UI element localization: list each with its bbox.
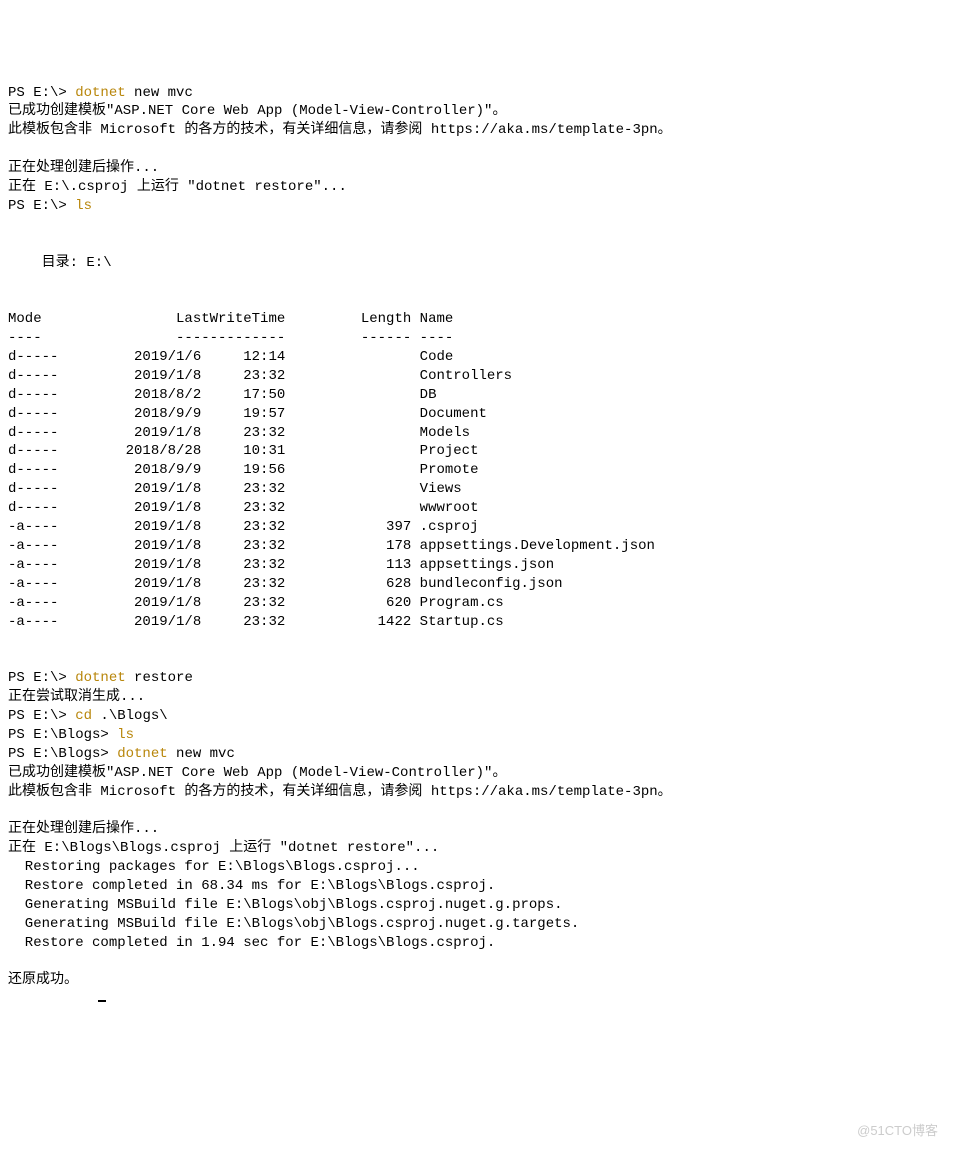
output-line: 正在处理创建后操作... xyxy=(8,821,159,837)
command: ls xyxy=(117,727,134,743)
table-row: -a---- 2019/1/8 23:32 1422 Startup.cs xyxy=(8,613,948,632)
output-line: Restore completed in 68.34 ms for E:\Blo… xyxy=(8,878,495,894)
output-line: Generating MSBuild file E:\Blogs\obj\Blo… xyxy=(8,897,563,913)
directory-header: 目录: E:\ xyxy=(8,255,112,271)
output-line: 此模板包含非 Microsoft 的各方的技术，有关详细信息，请参阅 https… xyxy=(8,122,672,138)
table-row: -a---- 2019/1/8 23:32 178 appsettings.De… xyxy=(8,537,948,556)
output-line: Generating MSBuild file E:\Blogs\obj\Blo… xyxy=(8,916,579,932)
table-row: d----- 2019/1/8 23:32 wwwroot xyxy=(8,499,948,518)
prompt: PS E:\> xyxy=(8,85,75,101)
command: dotnet xyxy=(117,746,167,762)
command: dotnet xyxy=(75,670,125,686)
watermark: @51CTO博客 xyxy=(857,1122,938,1140)
output-line: 正在尝试取消生成... xyxy=(8,689,145,705)
output-line: 已成功创建模板"ASP.NET Core Web App (Model-View… xyxy=(8,765,506,781)
table-row: d----- 2018/9/9 19:56 Promote xyxy=(8,461,948,480)
output-line: 还原成功。 xyxy=(8,972,78,988)
table-row: -a---- 2019/1/8 23:32 397 .csproj xyxy=(8,518,948,537)
command: dotnet xyxy=(75,85,125,101)
command-args: restore xyxy=(126,670,193,686)
table-row: d----- 2018/9/9 19:57 Document xyxy=(8,405,948,424)
table-row: d----- 2019/1/8 23:32 Models xyxy=(8,424,948,443)
table-row: d----- 2019/1/8 23:32 Views xyxy=(8,480,948,499)
prompt: PS E:\Blogs> xyxy=(8,746,117,762)
output-line: Restoring packages for E:\Blogs\Blogs.cs… xyxy=(8,859,420,875)
table-row: -a---- 2019/1/8 23:32 113 appsettings.js… xyxy=(8,556,948,575)
command: cd xyxy=(75,708,92,724)
output-line: 正在处理创建后操作... xyxy=(8,160,159,176)
command: ls xyxy=(75,198,92,214)
table-row: d----- 2019/1/8 23:32 Controllers xyxy=(8,367,948,386)
command-args: new mvc xyxy=(168,746,235,762)
table-row: -a---- 2019/1/8 23:32 628 bundleconfig.j… xyxy=(8,575,948,594)
command-args: new mvc xyxy=(126,85,193,101)
output-line: Restore completed in 1.94 sec for E:\Blo… xyxy=(8,935,495,951)
prompt: PS E:\> xyxy=(8,708,75,724)
cursor xyxy=(98,1000,106,1002)
output-line: 正在 E:\.csproj 上运行 "dotnet restore"... xyxy=(8,179,347,195)
table-row: -a---- 2019/1/8 23:32 620 Program.cs xyxy=(8,594,948,613)
table-row: d----- 2018/8/28 10:31 Project xyxy=(8,442,948,461)
command-args: .\Blogs\ xyxy=(92,708,168,724)
output-line: 已成功创建模板"ASP.NET Core Web App (Model-View… xyxy=(8,103,506,119)
prompt: PS E:\> xyxy=(8,198,75,214)
table-divider: ---- ------------- ------ ---- xyxy=(8,330,453,346)
prompt: PS E:\Blogs> xyxy=(8,727,117,743)
table-row: d----- 2018/8/2 17:50 DB xyxy=(8,386,948,405)
table-header: Mode LastWriteTime Length Name xyxy=(8,311,453,327)
output-line: 此模板包含非 Microsoft 的各方的技术，有关详细信息，请参阅 https… xyxy=(8,784,672,800)
output-line: 正在 E:\Blogs\Blogs.csproj 上运行 "dotnet res… xyxy=(8,840,439,856)
terminal-output[interactable]: PS E:\> dotnet new mvc 已成功创建模板"ASP.NET C… xyxy=(8,84,948,1010)
table-row: d----- 2019/1/6 12:14 Code xyxy=(8,348,948,367)
prompt: PS E:\> xyxy=(8,670,75,686)
